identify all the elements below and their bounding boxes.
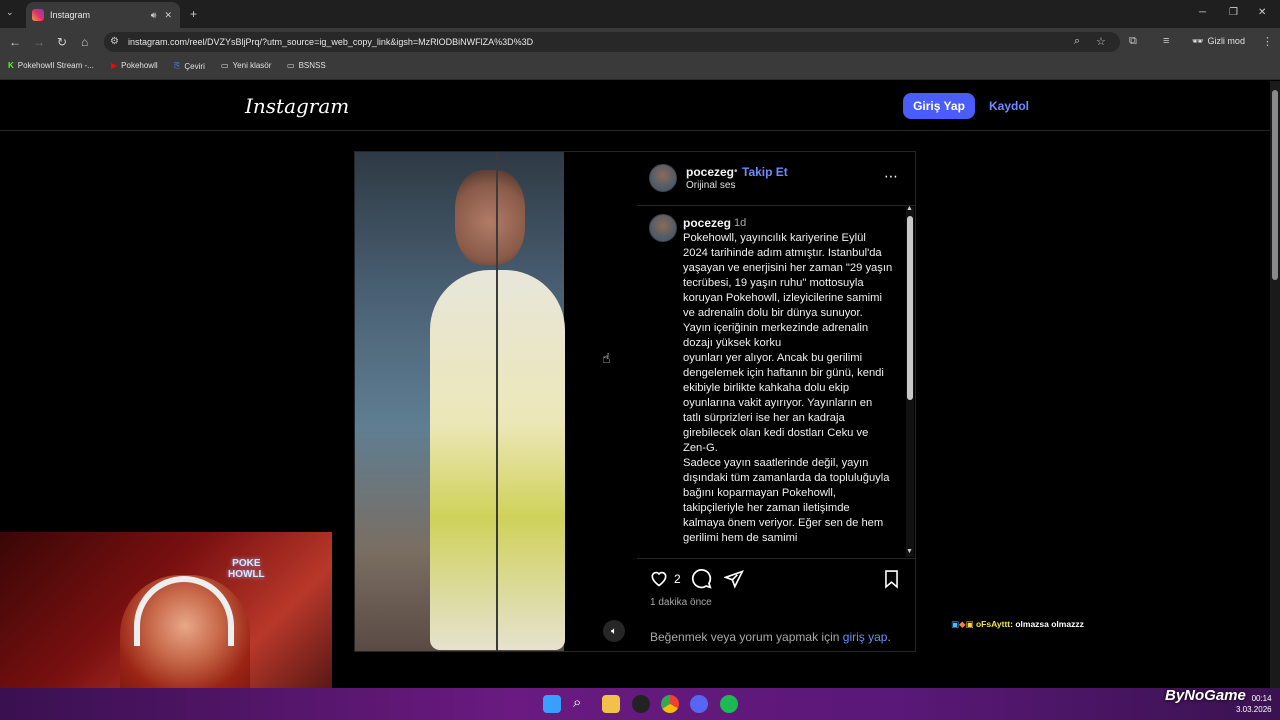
chat-badge-icon: ▣ [951, 619, 960, 629]
chat-text: : olmazsa olmazzz [1010, 619, 1084, 629]
chat-message: ▣◆▣ oFsAyttt: olmazsa olmazzz [951, 619, 1084, 630]
close-tab-icon[interactable]: ✕ [164, 10, 172, 21]
follow-button[interactable]: Takip Et [742, 165, 788, 179]
scroll-up-icon[interactable]: ▲ [906, 205, 913, 212]
folder-icon: ▭ [287, 61, 295, 70]
incognito-icon: 🕶︎ [1192, 36, 1204, 46]
instagram-header [0, 81, 1270, 131]
site-info-icon[interactable]: ⚙ [110, 36, 119, 47]
share-icon[interactable] [723, 569, 744, 594]
signup-link[interactable]: Kaydol [989, 99, 1029, 113]
folder-icon: ▭ [221, 61, 229, 70]
caption-time: 1d [734, 217, 747, 229]
save-bookmark-icon[interactable] [882, 569, 901, 594]
brand-watermark: ByNoGame [1165, 687, 1246, 704]
login-hint-suffix: . [887, 630, 891, 644]
caption-avatar[interactable] [649, 214, 677, 242]
spotify-icon[interactable] [720, 695, 738, 713]
extension-icon[interactable]: ⧉ [1129, 35, 1137, 48]
login-hint-link[interactable]: giriş yap [843, 630, 888, 644]
bookmark-item[interactable]: ▶ Pokehowll [111, 61, 158, 70]
menu-kebab-icon[interactable]: ⋮ [1262, 35, 1273, 48]
close-window-icon[interactable]: ✕ [1258, 7, 1266, 18]
tab-instagram[interactable]: Instagram 🔊︎ ✕ [26, 2, 180, 28]
bookmark-item[interactable]: ⎘ Çeviri [174, 61, 205, 71]
bookmark-folder[interactable]: ▭ Yeni klasör [221, 61, 271, 70]
chat-badge-icon: ▣ [965, 619, 974, 629]
windows-start-icon[interactable] [543, 695, 561, 713]
restore-icon[interactable]: ❐ [1229, 7, 1238, 18]
photo-crease [496, 152, 498, 651]
translate-icon: ⎘ [174, 61, 181, 70]
caption-username[interactable]: pocezeg [683, 216, 731, 230]
bookmark-star-icon[interactable]: ☆ [1096, 35, 1106, 48]
separator-dot: • [734, 166, 738, 177]
posted-time: 1 dakika önce [650, 597, 712, 608]
back-arrow-icon[interactable]: ← [9, 35, 21, 49]
scroll-down-icon[interactable]: ▼ [906, 548, 913, 555]
chat-username: oFsAyttt [975, 619, 1011, 629]
page-scroll-thumb[interactable] [1272, 90, 1278, 280]
speaker-icon[interactable]: 🔊︎ [151, 10, 157, 21]
volume-icon[interactable]: 🔈︎ [603, 620, 625, 642]
reload-icon[interactable]: ↻ [57, 35, 67, 49]
discord-icon[interactable] [690, 695, 708, 713]
comment-icon[interactable] [691, 568, 712, 594]
incognito-badge[interactable]: 🕶︎ Gizli mod [1192, 36, 1245, 47]
minimize-icon[interactable]: ─ [1199, 7, 1206, 18]
zoom-icon[interactable]: ⌕ [1074, 35, 1080, 48]
more-options-icon[interactable]: ⋯ [884, 168, 899, 185]
chrome-icon[interactable] [661, 695, 679, 713]
heart-icon[interactable] [649, 568, 669, 593]
obs-icon[interactable] [632, 695, 650, 713]
login-hint-prefix: Beğenmek veya yorum yapmak için [650, 630, 840, 644]
post-username[interactable]: pocezeg [686, 165, 734, 179]
bookmark-folder[interactable]: ▭ BSNSS [287, 61, 326, 70]
file-explorer-icon[interactable] [602, 695, 620, 713]
clock-date: 3.03.2026 [1236, 705, 1272, 714]
audio-link[interactable]: Orijinal ses [686, 180, 735, 191]
caption-scroll-area[interactable]: Pokehowll, yayıncılık kariyerine Eylül 2… [683, 231, 898, 557]
login-button[interactable]: Giriş Yap [903, 93, 975, 119]
hand-cursor-icon: ☝ [602, 350, 611, 366]
system-clock[interactable]: 00:14 3.03.2026 [1236, 693, 1272, 715]
neon-sign: POKE HOWLL [228, 558, 265, 580]
tab-search-icon[interactable]: ⌄ [6, 7, 14, 18]
bookmark-item[interactable]: K Pokehowll Stream -... [8, 61, 94, 70]
forward-arrow-icon[interactable]: → [33, 35, 45, 49]
clock-time: 00:14 [1251, 694, 1272, 703]
reading-list-icon[interactable]: ≡ [1163, 35, 1169, 47]
search-icon[interactable]: ⌕ [573, 694, 581, 711]
post-header [637, 152, 915, 206]
avatar[interactable] [649, 164, 677, 192]
new-tab-button[interactable]: + [190, 7, 197, 21]
photo-face [455, 170, 525, 265]
url-text[interactable]: instagram.com/reel/DVZYsBljPrq/?utm_sour… [128, 37, 533, 47]
caption-text: Pokehowll, yayıncılık kariyerine Eylül 2… [683, 232, 893, 544]
login-hint: Beğenmek veya yorum yapmak için giriş ya… [650, 630, 891, 644]
youtube-icon: ▶ [111, 61, 118, 70]
home-icon[interactable]: ⌂ [81, 35, 88, 49]
instagram-logo[interactable]: Instagram [245, 94, 349, 118]
kick-icon: K [8, 61, 14, 70]
caption-scroll-thumb[interactable] [907, 216, 913, 400]
instagram-favicon-icon [32, 9, 44, 21]
incognito-label: Gizli mod [1207, 36, 1245, 46]
tab-title: Instagram [50, 10, 91, 20]
like-count[interactable]: 2 [674, 572, 681, 586]
